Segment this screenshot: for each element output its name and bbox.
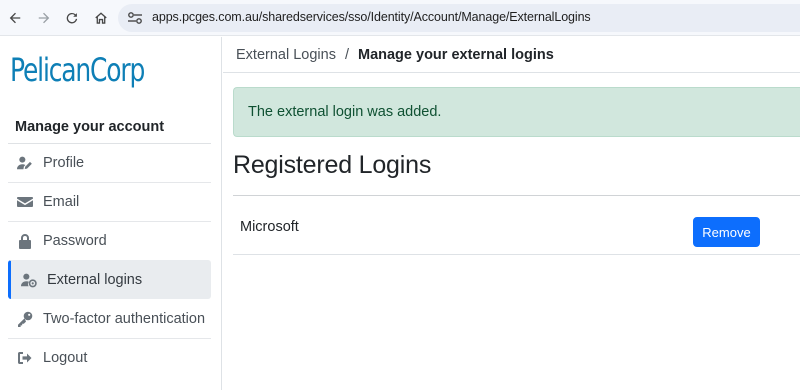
back-arrow-icon[interactable] (6, 9, 24, 27)
sidebar-item-label: Email (43, 194, 80, 210)
page-title: Registered Logins (233, 151, 432, 179)
home-icon[interactable] (92, 9, 110, 27)
sidebar-item-external-logins[interactable]: External logins (8, 260, 211, 299)
login-provider-name: Microsoft (240, 219, 299, 235)
reload-icon[interactable] (63, 9, 81, 27)
sidebar-item-label: Two-factor authentication (43, 311, 206, 327)
breadcrumb-current: Manage your external logins (357, 46, 554, 63)
browser-toolbar: apps.pcges.com.au/sharedservices/sso/Ide… (0, 0, 800, 36)
sidebar-item-label: Profile (43, 155, 85, 171)
user-gear-icon (19, 272, 39, 288)
success-alert: The external login was added. (233, 87, 800, 137)
user-pen-icon (15, 155, 35, 171)
sidebar-item-label: External logins (47, 272, 143, 288)
address-bar[interactable]: apps.pcges.com.au/sharedservices/sso/Ide… (118, 4, 800, 32)
sidebar-item-label: Password (43, 233, 107, 249)
key-icon (15, 311, 35, 327)
lock-icon (15, 233, 35, 249)
remove-login-button[interactable]: Remove (693, 217, 760, 247)
table-row: Microsoft Remove (233, 196, 800, 255)
sidebar-item-password[interactable]: Password (8, 221, 211, 260)
forward-arrow-icon[interactable] (35, 9, 53, 27)
sidebar: PelicanCorp Manage your account Profile … (0, 37, 222, 390)
url-text[interactable]: apps.pcges.com.au/sharedservices/sso/Ide… (152, 10, 591, 24)
breadcrumb: External Logins / Manage your external l… (223, 37, 800, 73)
breadcrumb-separator: / (344, 46, 349, 63)
sidebar-item-two-factor[interactable]: Two-factor authentication (8, 299, 211, 338)
site-info-icon[interactable] (127, 11, 143, 25)
pelicancorp-logo[interactable]: PelicanCorp (10, 51, 145, 89)
sidebar-item-profile[interactable]: Profile (8, 143, 211, 182)
sidebar-item-email[interactable]: Email (8, 182, 211, 221)
envelope-icon (15, 194, 35, 210)
sign-out-icon (15, 350, 35, 366)
breadcrumb-parent-link[interactable]: External Logins (236, 47, 336, 63)
account-nav-menu: Profile Email Password External logins T… (8, 143, 211, 377)
manage-account-heading: Manage your account (15, 119, 165, 135)
sidebar-item-label: Logout (43, 350, 88, 366)
sidebar-item-logout[interactable]: Logout (8, 338, 211, 377)
alert-message: The external login was added. (248, 104, 442, 120)
